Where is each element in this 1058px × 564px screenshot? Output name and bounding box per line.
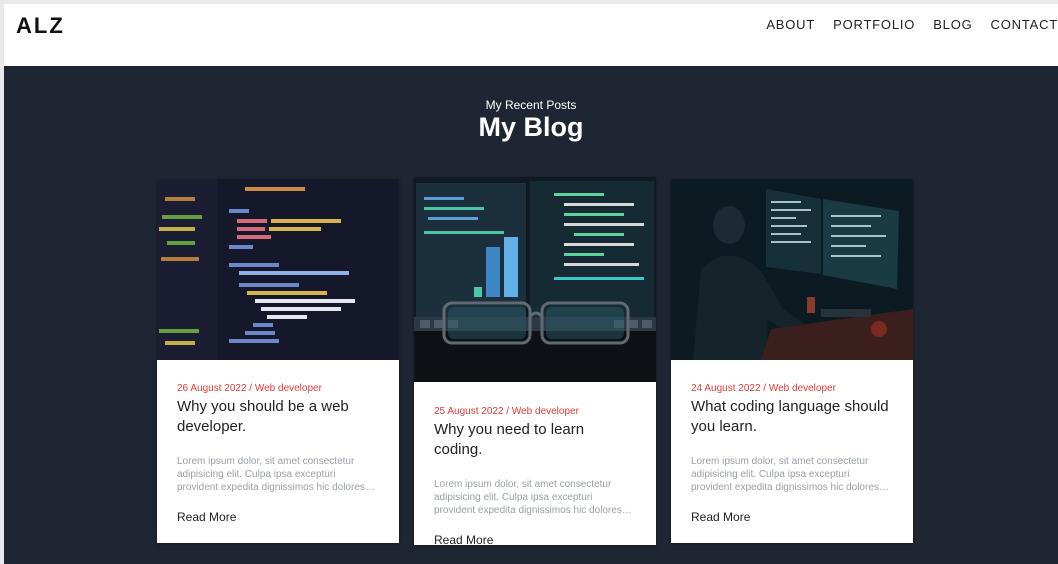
- navbar: ALZ ABOUT PORTFOLIO BLOG CONTACT: [4, 4, 1058, 66]
- section-title: My Blog: [478, 112, 584, 142]
- blog-card-2: 25 August 2022 / Web developer Why you n…: [414, 177, 656, 547]
- post-excerpt: Lorem ipsum dolor, sit amet consectetur …: [177, 456, 375, 493]
- read-more-link[interactable]: Read More: [691, 510, 750, 524]
- page-frame: ALZ ABOUT PORTFOLIO BLOG CONTACT My Rece…: [4, 4, 1058, 564]
- card-body: 25 August 2022 / Web developer Why you n…: [414, 382, 656, 549]
- card-image-monitors-glasses: [414, 177, 656, 382]
- section-subtitle: My Recent Posts: [485, 98, 577, 112]
- card-body: 26 August 2022 / Web developer Why you s…: [157, 360, 399, 526]
- post-meta: 26 August 2022 / Web developer: [177, 383, 322, 394]
- post-title[interactable]: Why you should be a web developer.: [177, 397, 379, 437]
- nav-link-portfolio[interactable]: PORTFOLIO: [833, 17, 915, 32]
- nav-link-blog[interactable]: BLOG: [933, 17, 972, 32]
- post-meta: 25 August 2022 / Web developer: [434, 406, 579, 417]
- card-image-programmer-desk: [671, 179, 913, 360]
- post-title[interactable]: What coding language should you learn.: [691, 397, 893, 437]
- post-title[interactable]: Why you need to learn coding.: [434, 420, 636, 460]
- blog-card-3: 24 August 2022 / Web developer What codi…: [671, 179, 913, 543]
- post-meta: 24 August 2022 / Web developer: [691, 383, 836, 394]
- nav-menu: ABOUT PORTFOLIO BLOG CONTACT: [748, 17, 1058, 32]
- post-excerpt: Lorem ipsum dolor, sit amet consectetur …: [691, 456, 889, 493]
- site-logo[interactable]: ALZ: [16, 13, 65, 39]
- read-more-link[interactable]: Read More: [177, 510, 236, 524]
- card-image-code-editor: [157, 179, 399, 360]
- nav-link-about[interactable]: ABOUT: [766, 17, 815, 32]
- blog-card-1: 26 August 2022 / Web developer Why you s…: [157, 179, 399, 543]
- read-more-link[interactable]: Read More: [434, 533, 493, 547]
- post-excerpt: Lorem ipsum dolor, sit amet consectetur …: [434, 479, 632, 516]
- card-body: 24 August 2022 / Web developer What codi…: [671, 360, 913, 526]
- nav-link-contact[interactable]: CONTACT: [991, 17, 1058, 32]
